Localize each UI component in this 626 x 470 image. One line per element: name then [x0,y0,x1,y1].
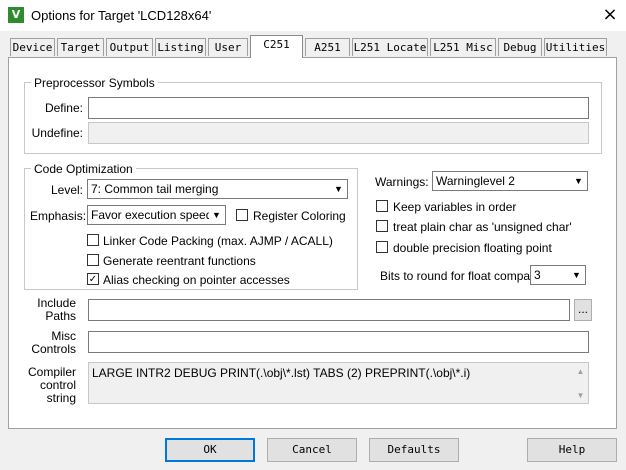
linker-packing-checkbox[interactable] [87,234,99,246]
tab-utilities[interactable]: Utilities [544,38,607,56]
tab-user[interactable]: User [208,38,248,56]
tab-output[interactable]: Output [106,38,153,56]
level-dropdown[interactable]: 7: Common tail merging ▼ [87,179,348,199]
emphasis-label: Emphasis: [30,209,87,223]
help-button[interactable]: Help [527,438,617,462]
cancel-button[interactable]: Cancel [267,438,357,462]
uvision-app-icon: V [8,7,24,23]
compiler-control-textarea: LARGE INTR2 DEBUG PRINT(.\obj\*.lst) TAB… [88,362,589,404]
warnings-label: Warnings: [375,175,429,189]
tab-a251[interactable]: A251 [305,38,350,56]
define-label: Define: [44,101,83,115]
tab-listing[interactable]: Listing [155,38,206,56]
include-paths-input[interactable] [88,299,570,321]
preprocessor-title: Preprocessor Symbols [31,76,158,90]
bits-round-label: Bits to round for float compare: [380,269,545,283]
keep-variables-checkbox[interactable] [376,200,388,212]
bits-round-dropdown[interactable]: 3 ▼ [530,265,586,285]
emphasis-dropdown[interactable]: Favor execution speed ▼ [87,205,226,225]
code-optimization-title: Code Optimization [31,162,136,176]
compiler-control-label-3: string [46,391,76,405]
defaults-button[interactable]: Defaults [369,438,459,462]
reentrant-label[interactable]: Generate reentrant functions [103,254,256,268]
compiler-control-label-1: Compiler [27,365,76,379]
misc-controls-label-2: Controls [31,342,76,356]
window-title: Options for Target 'LCD128x64' [31,8,212,23]
chevron-down-icon[interactable]: ▼ [331,181,346,197]
tab-device[interactable]: Device [10,38,55,56]
tab-c251[interactable]: C251 [250,35,303,58]
double-precision-checkbox[interactable] [376,241,388,253]
compiler-control-value: LARGE INTR2 DEBUG PRINT(.\obj\*.lst) TAB… [92,366,471,380]
linker-packing-label[interactable]: Linker Code Packing (max. AJMP / ACALL) [103,234,333,248]
chevron-down-icon[interactable]: ▼ [573,389,588,403]
alias-label[interactable]: Alias checking on pointer accesses [103,273,290,287]
include-paths-label-1: Include [37,296,76,310]
bits-round-value: 3 [534,268,541,282]
chevron-up-icon[interactable]: ▲ [573,365,588,379]
compiler-control-scrollbar[interactable]: ▲ ▼ [573,363,588,403]
compiler-control-label-2: control [39,378,76,392]
ok-button[interactable]: OK [165,438,255,462]
undefine-input [88,122,589,144]
undefine-label: Undefine: [31,126,83,140]
chevron-down-icon[interactable]: ▼ [571,173,586,189]
tab-debug[interactable]: Debug [498,38,542,56]
emphasis-value: Favor execution speed [91,208,213,222]
register-coloring-checkbox[interactable] [236,209,248,221]
keep-variables-label[interactable]: Keep variables in order [393,200,516,214]
plain-char-label[interactable]: treat plain char as 'unsigned char' [393,220,572,234]
misc-controls-label-1: Misc [51,329,76,343]
browse-include-button[interactable]: ... [574,299,592,321]
misc-controls-input[interactable] [88,331,589,353]
tab-l251-locate[interactable]: L251 Locate [352,38,428,56]
warnings-value: Warninglevel 2 [436,174,515,188]
alias-checkbox[interactable]: ✓ [87,273,99,285]
level-label: Level: [50,183,83,197]
plain-char-checkbox[interactable] [376,220,388,232]
level-value: 7: Common tail merging [91,182,219,196]
chevron-down-icon[interactable]: ▼ [569,267,584,283]
warnings-dropdown[interactable]: Warninglevel 2 ▼ [432,171,588,191]
define-input[interactable] [88,97,589,119]
chevron-down-icon[interactable]: ▼ [209,207,224,223]
close-icon[interactable]: × [598,3,622,27]
register-coloring-label[interactable]: Register Coloring [253,209,346,223]
tab-l251-misc[interactable]: L251 Misc [430,38,496,56]
double-precision-label[interactable]: double precision floating point [393,241,552,255]
include-paths-label-2: Paths [45,309,76,323]
reentrant-checkbox[interactable] [87,254,99,266]
tab-target[interactable]: Target [57,38,104,56]
